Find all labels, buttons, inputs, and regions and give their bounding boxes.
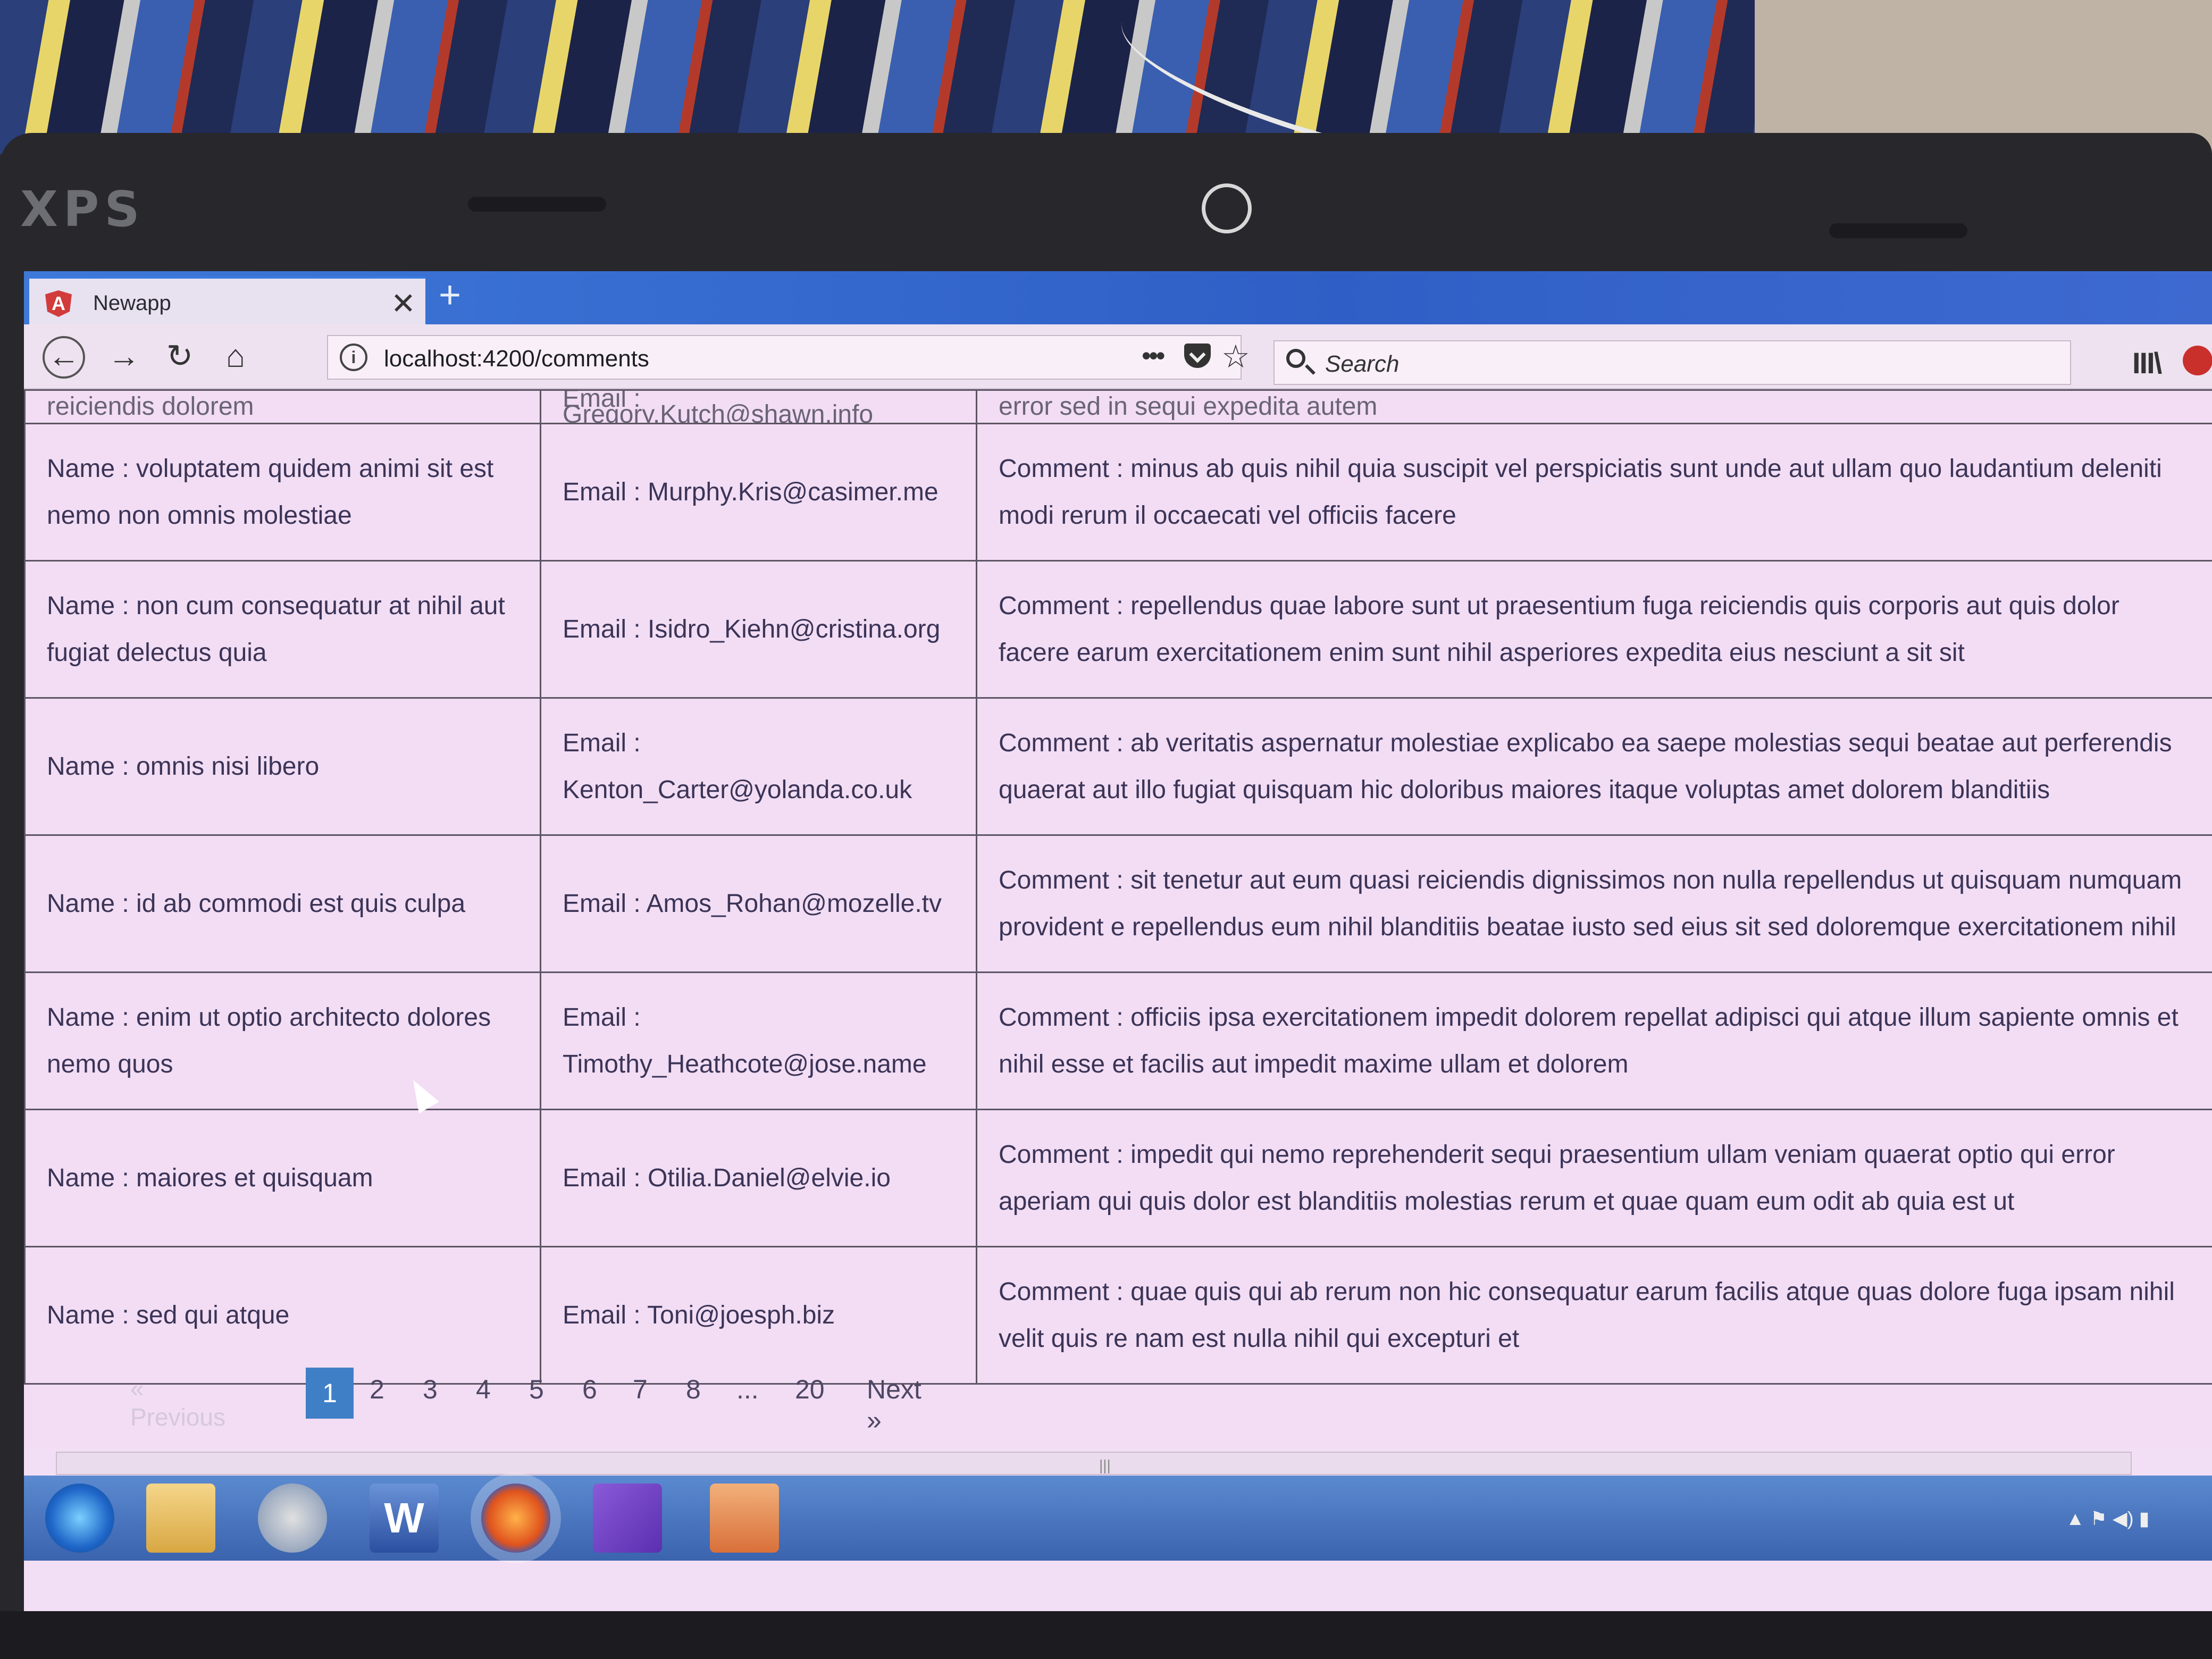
site-info-icon[interactable]: i	[340, 343, 367, 371]
back-arrow-icon[interactable]: ←	[43, 336, 85, 379]
comment-cell: Comment : quae quis qui ab rerum non hic…	[976, 1246, 2212, 1385]
scrollbar-grip-icon[interactable]: |||	[1099, 1457, 1111, 1474]
page-link-2[interactable]: 2	[370, 1374, 384, 1405]
tab-title: Newapp	[93, 291, 171, 315]
library-icon[interactable]: III\	[2132, 346, 2162, 380]
email-cell: Email : Murphy.Kris@casimer.me	[540, 423, 977, 562]
paint-icon[interactable]	[258, 1484, 327, 1553]
name-cell: Name : non cum consequatur at nihil aut …	[24, 560, 541, 699]
reload-icon[interactable]: ↻	[160, 336, 200, 376]
email-cell: Email : Amos_Rohan@mozelle.tv	[540, 834, 977, 973]
speaker-grille	[1829, 223, 1967, 238]
comment-cell: Comment : officiis ipsa exercitationem i…	[976, 971, 2212, 1110]
comment-cell: Comment : repellendus quae labore sunt u…	[976, 560, 2212, 699]
bookmark-star-icon[interactable]: ☆	[1221, 338, 1250, 375]
taskbar: W ▲ ⚑ ◀) ▮	[24, 1476, 2212, 1561]
page-link-7[interactable]: 7	[633, 1374, 648, 1405]
comment-cell: Comment : minus ab quis nihil quia susci…	[976, 423, 2212, 562]
email-cell: Email : Kenton_Carter@yolanda.co.uk	[540, 697, 977, 836]
next-page-link[interactable]: Next »	[867, 1374, 921, 1436]
table-row: reiciendis dolorem Email : Gregory.Kutch…	[24, 389, 2212, 424]
name-cell: Name : enim ut optio architecto dolores …	[24, 971, 541, 1110]
background-wall	[1755, 0, 2212, 154]
table-row: Name : id ab commodi est quis culpa Emai…	[24, 834, 2212, 973]
table-row: Name : omnis nisi libero Email : Kenton_…	[24, 697, 2212, 836]
addon-icon[interactable]	[2183, 346, 2212, 375]
pocket-icon[interactable]	[1184, 343, 1211, 368]
new-tab-button[interactable]: +	[439, 273, 461, 317]
table-row: Name : sed qui atque Email : Toni@joesph…	[24, 1246, 2212, 1385]
laptop-bottom-bezel	[0, 1611, 2212, 1659]
comment-cell: Comment : sit tenetur aut eum quasi reic…	[976, 834, 2212, 973]
table-row: Name : non cum consequatur at nihil aut …	[24, 560, 2212, 699]
name-cell: Name : omnis nisi libero	[24, 697, 541, 836]
page-link-6[interactable]: 6	[582, 1374, 597, 1405]
home-icon[interactable]: ⌂	[215, 336, 256, 376]
tab-newapp[interactable]: A Newapp ✕	[29, 276, 425, 324]
name-cell: Name : sed qui atque	[24, 1246, 541, 1385]
page-ellipsis: ...	[736, 1375, 759, 1404]
browser-toolbar: ← → ↻ ⌂ i localhost:4200/comments ••• ☆ …	[24, 324, 2212, 389]
table-row: Name : enim ut optio architecto dolores …	[24, 971, 2212, 1110]
page-link-3[interactable]: 3	[423, 1374, 438, 1405]
search-input[interactable]: Search	[1273, 340, 2071, 385]
angular-icon: A	[45, 290, 72, 317]
horizontal-scrollbar[interactable]: |||	[56, 1452, 2132, 1475]
close-tab-icon[interactable]: ✕	[391, 286, 416, 321]
sublime-text-icon[interactable]	[710, 1484, 779, 1553]
page-link-4[interactable]: 4	[476, 1374, 491, 1405]
search-icon	[1286, 349, 1305, 368]
table-row: Name : voluptatem quidem animi sit est n…	[24, 423, 2212, 562]
page-link-1[interactable]: 1	[306, 1368, 354, 1419]
comment-cell: Comment : ab veritatis aspernatur molest…	[976, 697, 2212, 836]
search-placeholder: Search	[1325, 351, 1400, 377]
start-button[interactable]	[45, 1484, 114, 1553]
address-bar[interactable]: i localhost:4200/comments ••• ☆	[327, 335, 1250, 380]
email-cell: Email : Gregory.Kutch@shawn.info	[540, 389, 977, 424]
page-link-5[interactable]: 5	[529, 1374, 544, 1405]
comment-cell: Comment : impedit qui nemo reprehenderit…	[976, 1109, 2212, 1247]
system-tray[interactable]: ▲ ⚑ ◀) ▮	[2066, 1507, 2149, 1530]
name-cell: Name : maiores et quisquam	[24, 1109, 541, 1247]
email-cell: Email : Otilia.Daniel@elvie.io	[540, 1109, 977, 1247]
url-text[interactable]: localhost:4200/comments	[384, 346, 649, 372]
name-cell: reiciendis dolorem	[24, 389, 541, 424]
word-icon[interactable]: W	[370, 1484, 439, 1553]
file-explorer-icon[interactable]	[146, 1484, 215, 1553]
speaker-grille	[468, 197, 606, 212]
email-cell: Email : Timothy_Heathcote@jose.name	[540, 971, 977, 1110]
email-cell: Email : Isidro_Kiehn@cristina.org	[540, 560, 977, 699]
page-actions-icon[interactable]: •••	[1142, 340, 1165, 371]
previous-page-link[interactable]: « Previous	[130, 1374, 225, 1431]
firefox-icon[interactable]	[481, 1484, 550, 1553]
name-cell: Name : voluptatem quidem animi sit est n…	[24, 423, 541, 562]
webcam	[1202, 183, 1252, 233]
page-content: reiciendis dolorem Email : Gregory.Kutch…	[24, 389, 2212, 1447]
table-row: Name : maiores et quisquam Email : Otili…	[24, 1109, 2212, 1247]
visual-studio-icon[interactable]	[593, 1484, 662, 1553]
comments-table: reiciendis dolorem Email : Gregory.Kutch…	[24, 389, 2212, 1385]
page-link-20[interactable]: 20	[795, 1374, 825, 1405]
email-cell: Email : Toni@joesph.biz	[540, 1246, 977, 1385]
page-link-8[interactable]: 8	[686, 1374, 701, 1405]
comment-cell: error sed in sequi expedita autem	[976, 389, 2212, 424]
laptop-brand-logo: XPS	[20, 181, 145, 238]
forward-arrow-icon[interactable]: →	[104, 336, 144, 376]
name-cell: Name : id ab commodi est quis culpa	[24, 834, 541, 973]
screen: A Newapp ✕ + ← → ↻ ⌂ i localhost:4200/co…	[24, 271, 2212, 1611]
tab-bar: A Newapp ✕ +	[24, 271, 2212, 324]
